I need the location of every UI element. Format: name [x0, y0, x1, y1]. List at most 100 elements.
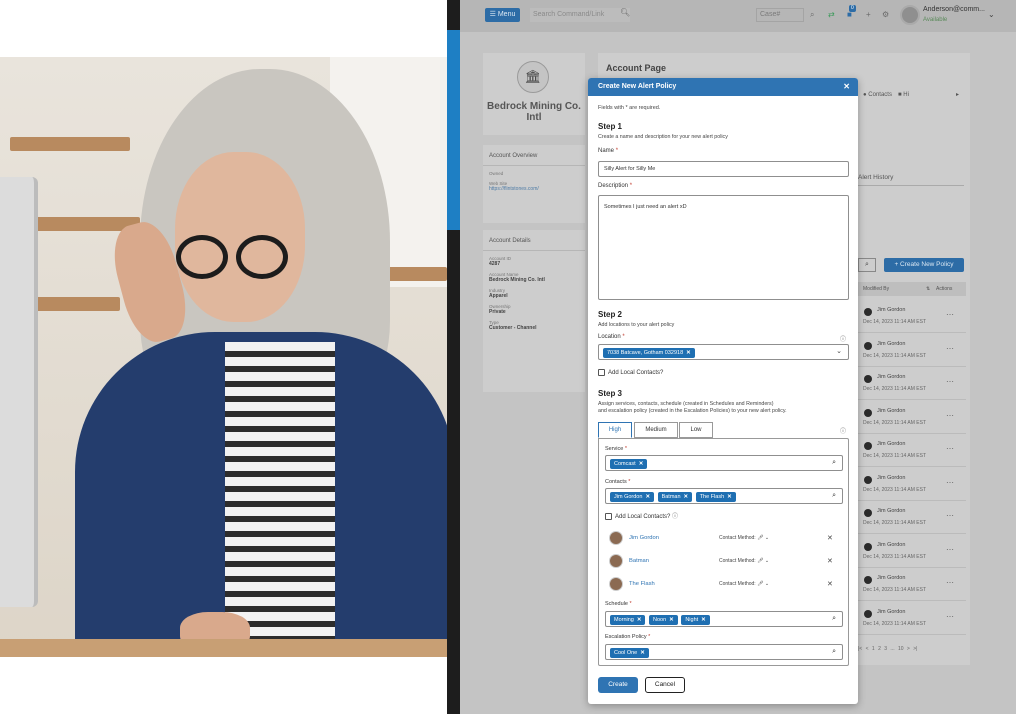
- more-actions-icon[interactable]: ⋯: [946, 612, 954, 621]
- woman-photo: [0, 57, 447, 657]
- remove-chip-icon[interactable]: ✕: [639, 461, 644, 467]
- contact-name[interactable]: Jim Gordon: [629, 535, 659, 541]
- table-row[interactable]: Jim Gordon Dec 14, 2023 11:14 AM EST ⋯: [858, 334, 966, 367]
- schedule-select[interactable]: Morning ✕ Noon ✕ Night ✕ ⌕: [605, 611, 843, 627]
- sort-icon[interactable]: ⇅: [926, 286, 930, 292]
- remove-chip-icon[interactable]: ✕: [669, 617, 674, 623]
- schedule-chip: Night ✕: [681, 615, 710, 625]
- field-value: Bedrock Mining Co. Intl: [489, 277, 545, 283]
- name-input[interactable]: Silly Alert for Silly Me: [598, 161, 849, 177]
- create-new-policy-button[interactable]: + Create New Policy: [884, 258, 964, 272]
- close-icon[interactable]: ✕: [843, 78, 850, 96]
- table-row[interactable]: Jim Gordon Dec 14, 2023 11:14 AM EST ⋯: [858, 468, 966, 501]
- add-local-contacts-checkbox[interactable]: [605, 512, 612, 520]
- contact-method[interactable]: Contact Method: 🎤︎ ⌄: [719, 558, 769, 564]
- search-icon[interactable]: ⌕: [832, 615, 836, 623]
- name-label-text: Name: [598, 148, 615, 154]
- more-actions-icon[interactable]: ⋯: [946, 411, 954, 420]
- remove-chip-icon[interactable]: ✕: [640, 650, 645, 656]
- info-icon[interactable]: ⓘ: [840, 334, 846, 343]
- add-icon[interactable]: +: [866, 8, 871, 22]
- remove-chip-icon[interactable]: ✕: [727, 494, 732, 500]
- remove-chip-icon[interactable]: ✕: [701, 617, 706, 623]
- more-actions-icon[interactable]: ⋯: [946, 578, 954, 587]
- schedule-label-text: Schedule: [605, 601, 628, 607]
- contact-method[interactable]: Contact Method: 🎤︎ ⌄: [719, 581, 769, 587]
- search-icon[interactable]: ⌕: [832, 648, 836, 656]
- info-icon[interactable]: ⓘ: [840, 426, 846, 435]
- contact-name[interactable]: Batman: [629, 558, 649, 564]
- search-icon[interactable]: ⌕: [832, 459, 836, 467]
- location-select[interactable]: 7038 Batcave, Gotham 032918 ✕ ⌄: [598, 344, 849, 360]
- case-number-input[interactable]: Case#: [756, 8, 804, 22]
- chevron-down-icon[interactable]: ⌄: [836, 347, 842, 355]
- remove-contact-icon[interactable]: ✕: [827, 534, 833, 542]
- escalation-select[interactable]: Cool One ✕ ⌕: [605, 644, 843, 660]
- table-row[interactable]: Jim Gordon Dec 14, 2023 11:14 AM EST ⋯: [858, 535, 966, 568]
- add-local-contacts-row[interactable]: Add Local Contacts? ⓘ: [605, 511, 678, 520]
- service-select[interactable]: Comcast ✕ ⌕: [605, 455, 843, 471]
- add-local-contacts-row[interactable]: Add Local Contacts?: [598, 369, 663, 376]
- chevron-down-icon[interactable]: ⌄: [765, 558, 769, 564]
- table-row[interactable]: Jim Gordon Dec 14, 2023 11:14 AM EST ⋯: [858, 434, 966, 467]
- table-row[interactable]: Jim Gordon Dec 14, 2023 11:14 AM EST ⋯: [858, 300, 966, 333]
- command-search-input[interactable]: Search Command/Link: [530, 8, 630, 22]
- tab-hi[interactable]: ■ Hi: [898, 92, 909, 98]
- modified-date: Dec 14, 2023 11:14 AM EST: [863, 352, 927, 359]
- remove-chip-icon[interactable]: ✕: [637, 617, 642, 623]
- tab-low[interactable]: Low: [679, 422, 713, 438]
- create-button[interactable]: Create: [598, 677, 638, 693]
- chevron-right-icon[interactable]: ▸: [956, 91, 959, 98]
- col-actions: Actions: [936, 286, 953, 292]
- more-actions-icon[interactable]: ⋯: [946, 310, 954, 319]
- description-textarea[interactable]: Sometimes I just need an alert xD: [598, 195, 849, 300]
- account-details-panel: Account Details Account ID 4287 Account …: [483, 230, 585, 392]
- table-row[interactable]: Jim Gordon Dec 14, 2023 11:14 AM EST ⋯: [858, 568, 966, 601]
- menu-button[interactable]: ☰ Menu: [485, 8, 520, 22]
- search-icon[interactable]: 🔍︎: [620, 8, 630, 17]
- search-icon[interactable]: ⌕: [810, 8, 814, 22]
- tab-medium[interactable]: Medium: [634, 422, 678, 438]
- remove-chip-icon[interactable]: ✕: [684, 494, 689, 500]
- user-name[interactable]: Anderson@comm...: [923, 6, 985, 13]
- contact-name[interactable]: The Flash: [629, 581, 655, 587]
- gear-icon[interactable]: ⚙: [882, 8, 889, 22]
- more-actions-icon[interactable]: ⋯: [946, 511, 954, 520]
- modified-by-name: Jim Gordon: [877, 307, 906, 313]
- more-actions-icon[interactable]: ⋯: [946, 377, 954, 386]
- info-icon[interactable]: ⓘ: [672, 514, 678, 520]
- search-icon[interactable]: ⌕: [832, 492, 836, 500]
- tab-alert-history[interactable]: Alert History: [858, 174, 893, 181]
- remove-chip-icon[interactable]: ✕: [686, 350, 691, 356]
- tab-contacts[interactable]: ● Contacts: [863, 92, 892, 98]
- pagination[interactable]: |< < 1 2 3 ... 10 > >|: [858, 646, 917, 652]
- table-row[interactable]: Jim Gordon Dec 14, 2023 11:14 AM EST ⋯: [858, 501, 966, 534]
- photo-desk: [0, 639, 447, 657]
- tab-high[interactable]: High: [598, 422, 632, 438]
- col-modified-by[interactable]: Modified By: [863, 286, 889, 292]
- remove-contact-icon[interactable]: ✕: [827, 557, 833, 565]
- remove-contact-icon[interactable]: ✕: [827, 580, 833, 588]
- table-row[interactable]: Jim Gordon Dec 14, 2023 11:14 AM EST ⋯: [858, 602, 966, 635]
- contacts-select[interactable]: Jim Gordon ✕ Batman ✕ The Flash ✕ ⌕: [605, 488, 843, 504]
- chevron-down-icon[interactable]: ⌄: [765, 581, 769, 587]
- table-row[interactable]: Jim Gordon Dec 14, 2023 11:14 AM EST ⋯: [858, 401, 966, 434]
- cancel-button[interactable]: Cancel: [645, 677, 685, 693]
- more-actions-icon[interactable]: ⋯: [946, 545, 954, 554]
- more-actions-icon[interactable]: ⋯: [946, 444, 954, 453]
- website-link[interactable]: https://flintstones.com/: [489, 186, 579, 192]
- add-local-contacts-checkbox[interactable]: [598, 369, 605, 376]
- table-row[interactable]: Jim Gordon Dec 14, 2023 11:14 AM EST ⋯: [858, 367, 966, 400]
- name-label: Name *: [598, 148, 618, 154]
- more-actions-icon[interactable]: ⋯: [946, 344, 954, 353]
- chevron-down-icon[interactable]: ⌄: [765, 535, 769, 541]
- transfer-icon[interactable]: ⇄: [828, 8, 835, 22]
- modified-by-name: Jim Gordon: [877, 541, 906, 548]
- chevron-down-icon[interactable]: ⌄: [988, 10, 995, 19]
- contact-method[interactable]: Contact Method: 🎤︎ ⌄: [719, 535, 769, 541]
- step3-heading: Step 3: [598, 389, 623, 398]
- policy-search-button[interactable]: ⌕: [858, 258, 876, 272]
- more-actions-icon[interactable]: ⋯: [946, 478, 954, 487]
- remove-chip-icon[interactable]: ✕: [645, 494, 650, 500]
- avatar[interactable]: [900, 5, 920, 25]
